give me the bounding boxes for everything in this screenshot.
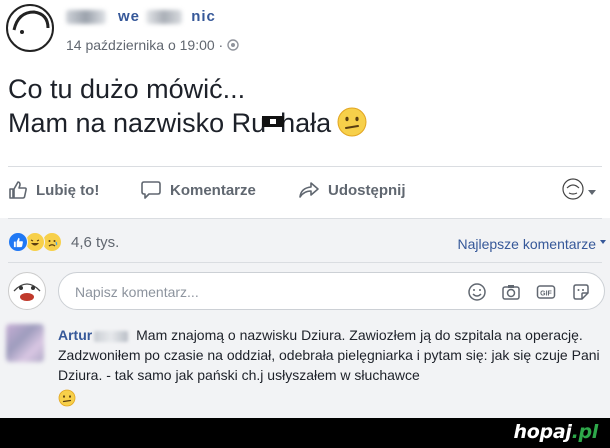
viewer-avatar-icon[interactable] (562, 178, 584, 200)
post-text-line-1: Co tu dużo mówić... (8, 74, 246, 104)
comment-sort-dropdown[interactable]: Najlepsze komentarze (457, 236, 596, 252)
like-button[interactable]: Lubię to! (8, 180, 99, 200)
post-text: Co tu dużo mówić... Mam na nazwisko Ru ha… (8, 72, 367, 140)
svg-text:GIF: GIF (540, 291, 552, 298)
globe-icon (227, 39, 239, 51)
comment-label: Komentarze (170, 181, 256, 199)
reactions-summary[interactable]: 4,6 tys. (8, 232, 119, 252)
post-meta: 14 października o 19:00 · (66, 37, 239, 53)
comment-text: Mam znajomą o nazwisku Dziura. Zawiozłem… (58, 327, 600, 383)
confused-face-emoji (337, 107, 367, 137)
post-text-line-2: Mam na nazwisko Ru hała (8, 106, 367, 140)
sad-reaction-icon (42, 232, 62, 252)
divider (8, 262, 602, 263)
comments-area: 4,6 tys. Najlepsze komentarze Napisz kom… (0, 218, 610, 418)
author-avatar[interactable] (6, 4, 54, 52)
divider (8, 218, 602, 219)
comment-bubble-icon (141, 181, 161, 199)
commenter-avatar[interactable] (6, 324, 44, 362)
comment-body: Artur Mam znajomą o nazwisku Dziura. Zaw… (58, 325, 603, 407)
chevron-down-icon[interactable] (600, 240, 606, 244)
comment-input[interactable] (73, 281, 457, 303)
reactions-count[interactable]: 4,6 tys. (71, 234, 119, 251)
emoji-smiley-icon[interactable] (467, 282, 487, 302)
author-name-blur (146, 10, 182, 24)
post-actions: Lubię to! Komentarze Udostępnij (0, 176, 610, 208)
share-arrow-icon (299, 182, 319, 198)
comment-button[interactable]: Komentarze (140, 180, 256, 200)
camera-icon[interactable] (501, 282, 521, 302)
haha-reaction-icon (25, 232, 45, 252)
comment-composer: GIF (0, 268, 610, 318)
hopaj-logo: hopaj.pl (513, 421, 599, 443)
like-reaction-icon (8, 232, 28, 252)
like-label: Lubię to! (36, 181, 100, 199)
viewer-avatar (8, 272, 46, 310)
commenter-surname-blur (94, 330, 129, 342)
watermark-bar: hopaj.pl (0, 418, 610, 448)
sticker-icon[interactable] (571, 282, 591, 302)
post-date[interactable]: 14 października o 19:00 · (66, 37, 223, 53)
comment-input-box[interactable]: GIF (58, 272, 605, 310)
thumbs-up-icon (9, 181, 27, 199)
divider (8, 166, 602, 167)
chevron-down-icon[interactable] (588, 190, 596, 195)
share-label: Udostępnij (328, 181, 406, 199)
censor-bar (262, 116, 285, 128)
confused-face-emoji (58, 389, 76, 407)
post-card: we nic 14 października o 19:00 · Co tu d… (0, 0, 610, 166)
share-button[interactable]: Udostępnij (298, 180, 406, 200)
author-name[interactable]: we nic (66, 8, 216, 25)
gif-icon[interactable]: GIF (536, 282, 556, 302)
commenter-name[interactable]: Artur (58, 327, 92, 343)
